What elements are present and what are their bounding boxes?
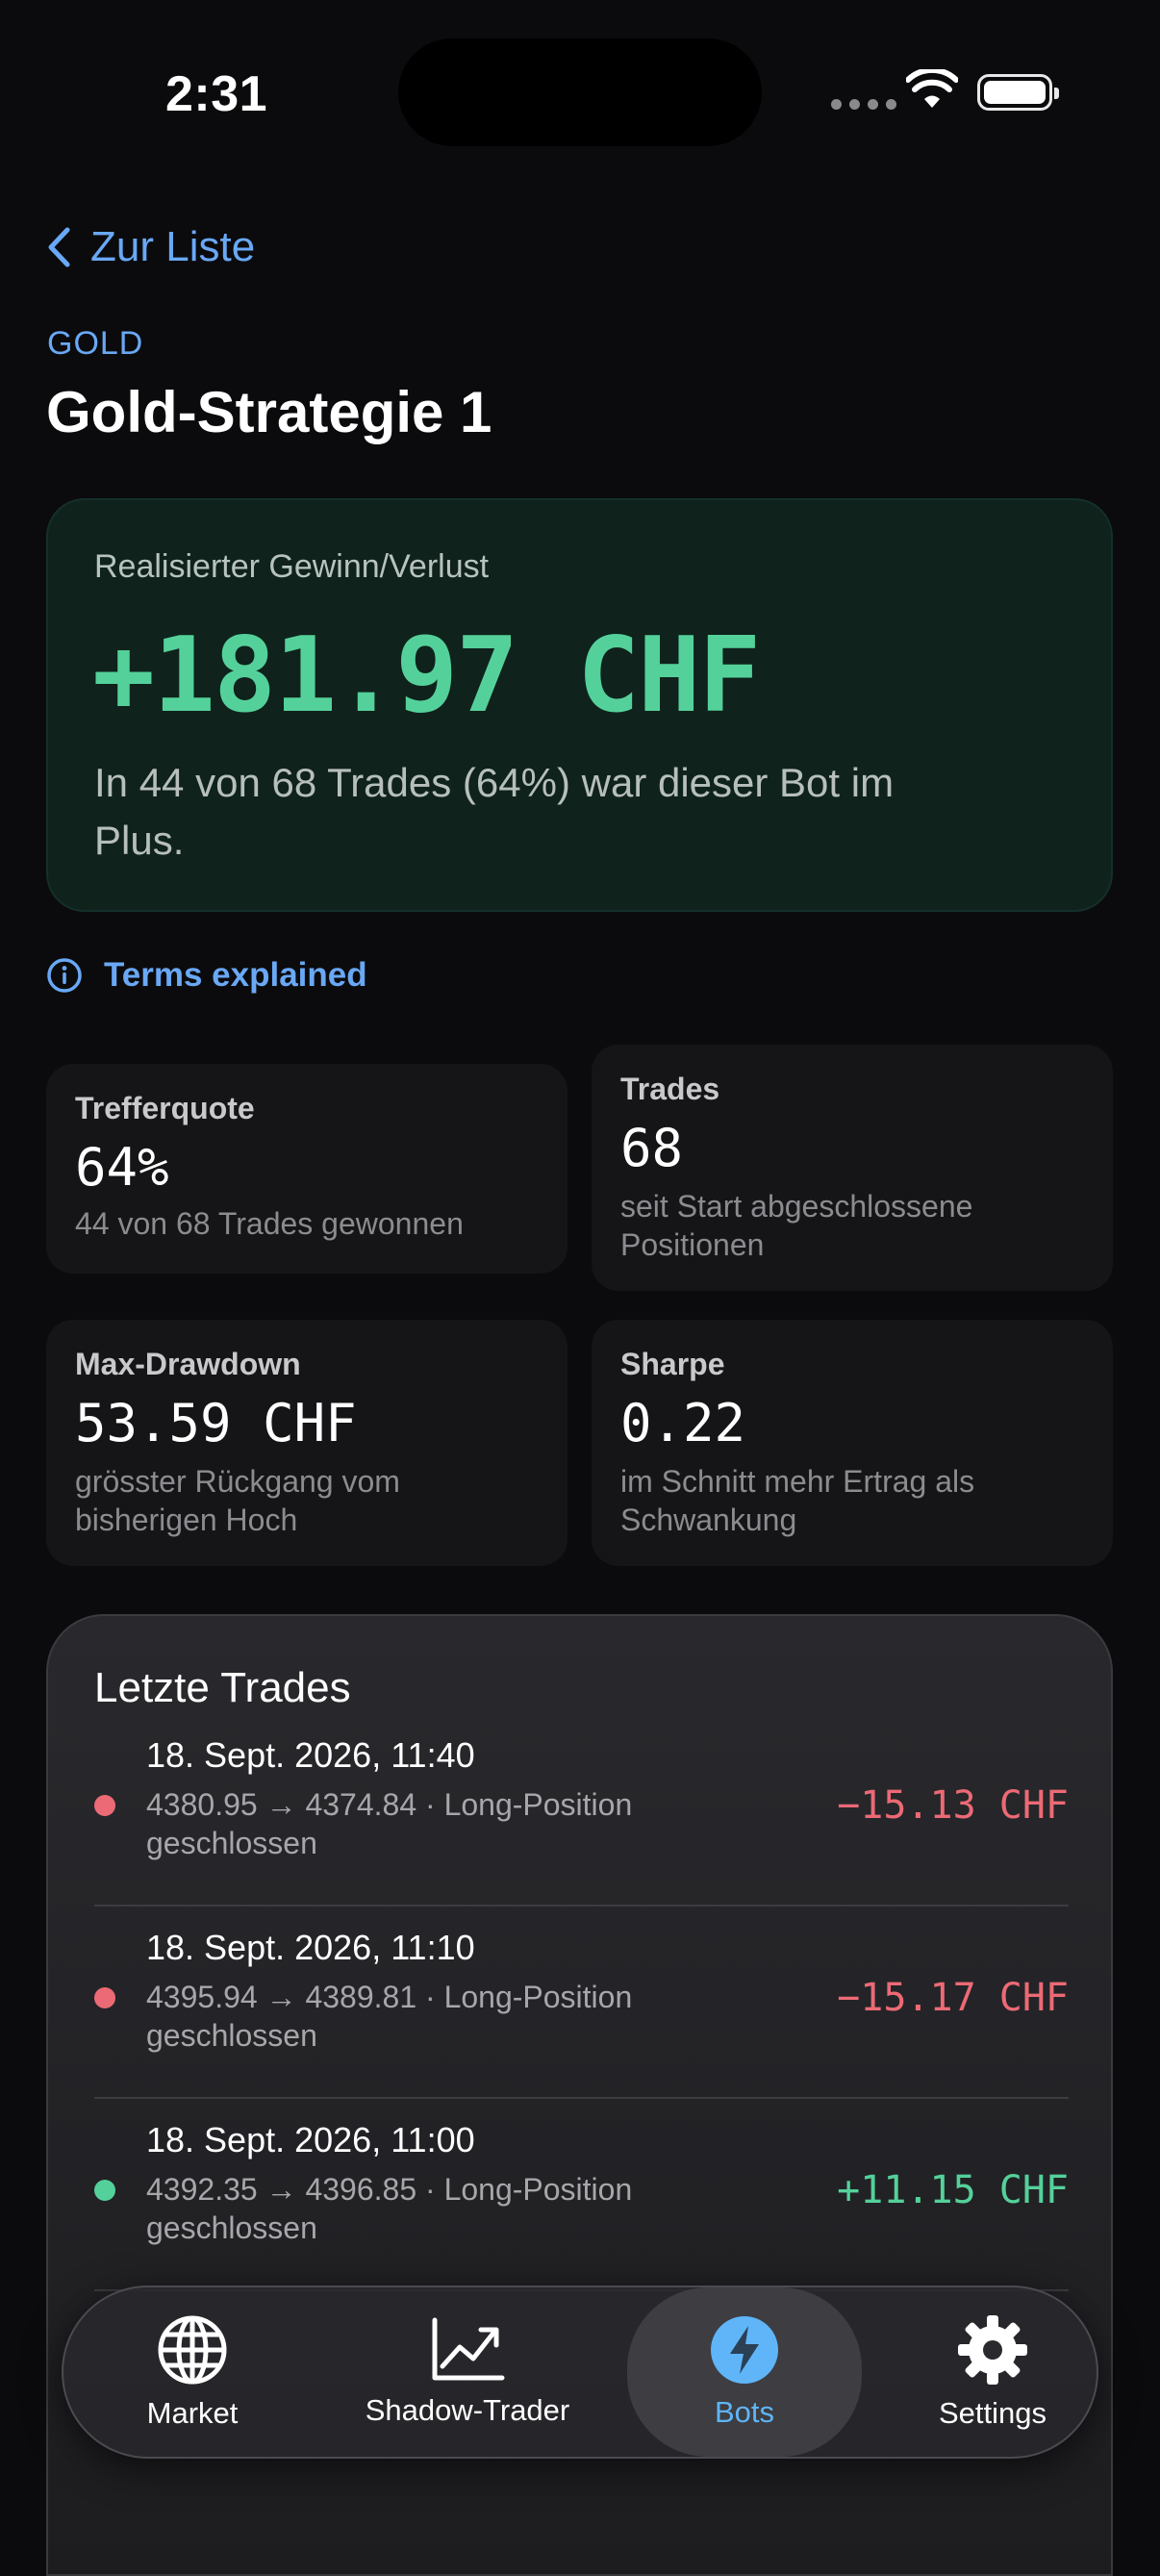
- stat-value: 64%: [75, 1137, 169, 1198]
- stat-card-hit-rate: Trefferquote 64% 44 von 68 Trades gewonn…: [46, 1064, 567, 1274]
- trade-amount: −15.17 CHF: [837, 1976, 1069, 2020]
- trade-date: 18. Sept. 2026, 11:10: [146, 1928, 475, 1967]
- tab-bar: Market Shadow-Trader Bots Settings: [62, 2286, 1098, 2459]
- pnl-card: Realisierter Gewinn/Verlust +181.97 CHF …: [46, 498, 1113, 912]
- trade-row[interactable]: 18. Sept. 2026, 11:00 4392.35 → 4396.85 …: [94, 2099, 1069, 2291]
- page-title: Gold-Strategie 1: [46, 380, 492, 444]
- loss-status-dot: [94, 1795, 115, 1816]
- stat-label: Trades: [620, 1072, 720, 1106]
- tab-shadow-trader[interactable]: Shadow-Trader: [352, 2287, 583, 2457]
- stat-description: im Schnitt mehr Ertrag als Schwankung: [620, 1464, 975, 1537]
- stat-description: 44 von 68 Trades gewonnen: [75, 1206, 464, 1241]
- pnl-value: +181.97 CHF: [92, 616, 761, 736]
- back-label: Zur Liste: [90, 223, 256, 270]
- stat-value: 53.59 CHF: [75, 1393, 357, 1453]
- tab-market[interactable]: Market: [96, 2287, 289, 2457]
- trade-description: 4395.94 → 4389.81 · Long-Position geschl…: [146, 1980, 633, 2053]
- recent-trades-title: Letzte Trades: [94, 1664, 351, 1711]
- tab-label: Settings: [938, 2396, 1047, 2430]
- trade-amount: −15.13 CHF: [837, 1783, 1069, 1828]
- win-status-dot: [94, 2180, 115, 2201]
- tab-bots[interactable]: Bots: [627, 2287, 862, 2457]
- tab-settings[interactable]: Settings: [896, 2287, 1089, 2457]
- back-button[interactable]: Zur Liste: [46, 223, 255, 271]
- cellular-signal-icon: [831, 99, 896, 110]
- stat-card-trades: Trades 68 seit Start abgeschlossene Posi…: [592, 1045, 1113, 1291]
- trade-description: 4392.35 → 4396.85 · Long-Position geschl…: [146, 2172, 633, 2245]
- trade-amount: +11.15 CHF: [837, 2168, 1069, 2212]
- bot-category: GOLD: [47, 325, 144, 362]
- stat-card-sharpe: Sharpe 0.22 im Schnitt mehr Ertrag als S…: [592, 1320, 1113, 1566]
- stat-label: Sharpe: [620, 1347, 725, 1381]
- trade-date: 18. Sept. 2026, 11:40: [146, 1735, 475, 1775]
- trade-date: 18. Sept. 2026, 11:00: [146, 2120, 475, 2159]
- stat-description: grösster Rückgang vom bisherigen Hoch: [75, 1464, 400, 1537]
- stat-label: Trefferquote: [75, 1091, 255, 1125]
- trade-row[interactable]: 18. Sept. 2026, 11:40 4380.95 → 4374.84 …: [94, 1714, 1069, 1907]
- stat-value: 0.22: [620, 1393, 746, 1453]
- trade-row[interactable]: 18. Sept. 2026, 11:10 4395.94 → 4389.81 …: [94, 1907, 1069, 2099]
- gear-icon: [958, 2315, 1027, 2385]
- chevron-left-icon: [48, 227, 70, 267]
- pnl-description: In 44 von 68 Trades (64%) war dieser Bot…: [94, 760, 895, 863]
- stat-card-max-drawdown: Max-Drawdown 53.59 CHF grösster Rückgang…: [46, 1320, 567, 1566]
- status-time: 2:31: [165, 66, 268, 122]
- terms-explained-link[interactable]: Terms explained: [46, 956, 367, 995]
- wifi-icon: [906, 69, 958, 108]
- tab-label: Shadow-Trader: [365, 2393, 570, 2427]
- tab-label: Market: [146, 2396, 239, 2430]
- pnl-label: Realisierter Gewinn/Verlust: [94, 548, 490, 585]
- dynamic-island: [398, 38, 762, 146]
- battery-icon: [977, 74, 1059, 111]
- stat-description: seit Start abgeschlossene Positionen: [620, 1189, 973, 1262]
- stat-label: Max-Drawdown: [75, 1347, 301, 1381]
- bolt-icon: [711, 2316, 778, 2384]
- loss-status-dot: [94, 1987, 115, 2008]
- terms-label: Terms explained: [104, 956, 367, 994]
- globe-icon: [158, 2315, 227, 2385]
- chart-trend-icon: [432, 2317, 505, 2381]
- trade-description: 4380.95 → 4374.84 · Long-Position geschl…: [146, 1787, 633, 1860]
- info-icon: [47, 958, 82, 993]
- tab-label: Bots: [714, 2395, 775, 2429]
- stat-value: 68: [620, 1118, 684, 1178]
